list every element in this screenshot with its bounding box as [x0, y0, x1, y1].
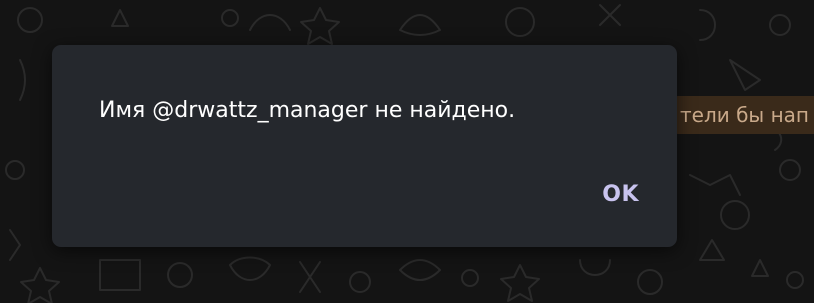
alert-dialog: Имя @drwattz_manager не найдено. OK: [52, 45, 677, 247]
ok-button[interactable]: OK: [590, 175, 651, 215]
background-chat-message: тели бы нап: [672, 96, 814, 134]
dialog-message: Имя @drwattz_manager не найдено.: [99, 98, 516, 123]
chat-window: тели бы нап Имя @drwattz_manager не найд…: [0, 0, 814, 303]
background-message-text: тели бы нап: [680, 103, 809, 127]
